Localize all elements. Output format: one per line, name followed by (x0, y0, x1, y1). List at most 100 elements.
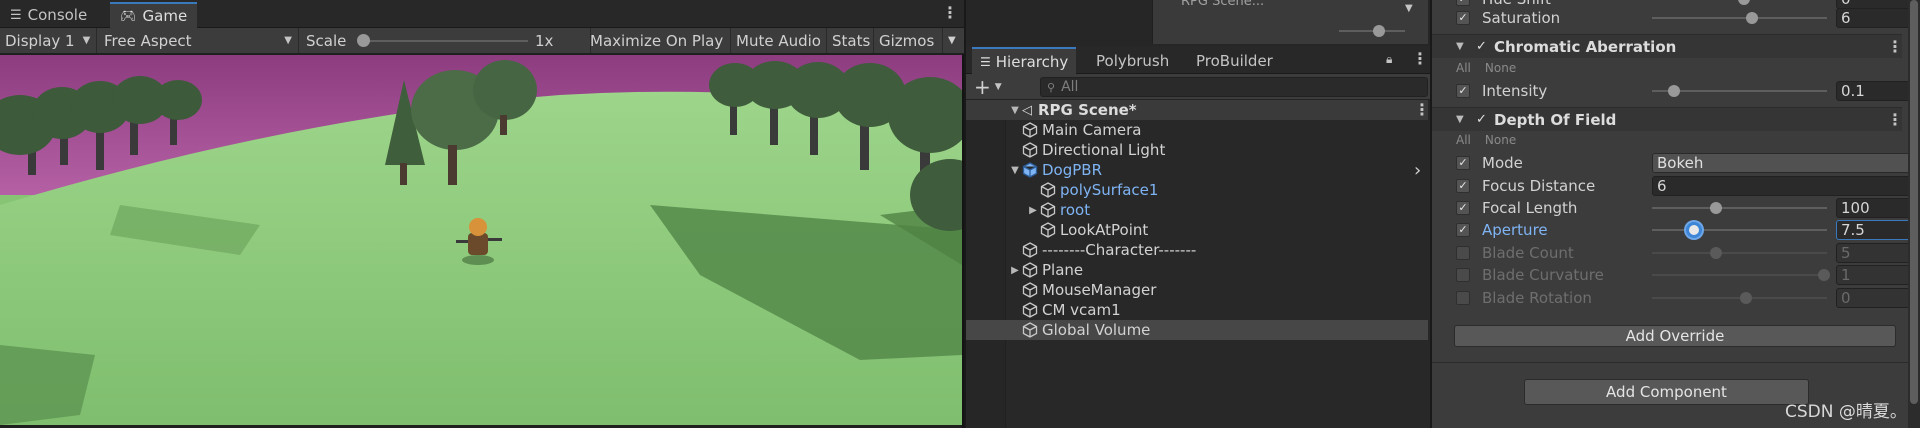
gizmos-dropdown[interactable]: ▼ (943, 28, 962, 53)
intensity-override-checkbox[interactable]: ✓ (1456, 84, 1470, 98)
depth-of-field-header[interactable]: ▼ ✓ Depth Of Field ⋮ (1432, 107, 1903, 131)
display-dropdown[interactable]: Display 1 ▼ (0, 28, 97, 53)
hierarchy-search-input[interactable]: ⚲ All (1040, 77, 1428, 97)
zoom-slider-handle[interactable] (1373, 25, 1385, 37)
focus-distance-override-checkbox[interactable]: ✓ (1456, 179, 1470, 193)
inspector-scrollbar-thumb[interactable] (1910, 0, 1918, 404)
chevron-down-icon: ▼ (284, 35, 292, 46)
expand-arrow-icon[interactable]: ▼ (1008, 165, 1022, 176)
hierarchy-item[interactable]: MouseManager (966, 280, 1428, 300)
dof-menu-icon[interactable]: ⋮ (1887, 112, 1903, 128)
hierarchy-item[interactable]: CM vcam1 (966, 300, 1428, 320)
scale-label: Scale (306, 31, 347, 50)
chromatic-aberration-enabled-toggle[interactable]: ✓ (1476, 39, 1487, 54)
hierarchy-tree: ▼ ◁ RPG Scene* ⋮ Main Camera Directional … (966, 100, 1430, 428)
create-button[interactable]: + ▼ (974, 75, 1002, 99)
tab-hierarchy[interactable]: ☰ Hierarchy (972, 47, 1077, 74)
focus-distance-field[interactable]: 6 (1652, 176, 1920, 196)
chevron-right-icon[interactable]: › (1414, 160, 1421, 181)
chromatic-all-link[interactable]: All (1456, 61, 1471, 75)
intensity-slider-track[interactable] (1652, 85, 1827, 97)
gameobject-cube-icon (1022, 282, 1038, 298)
aperture-row: ✓ Aperture 7.5 (1432, 219, 1920, 241)
hierarchy-item[interactable]: ▶ Plane (966, 260, 1428, 280)
hierarchy-item[interactable]: polySurface1 (966, 180, 1428, 200)
chromatic-none-link[interactable]: None (1485, 61, 1516, 75)
gizmos-toggle[interactable]: Gizmos (874, 28, 943, 53)
chromatic-aberration-header[interactable]: ▼ ✓ Chromatic Aberration ⋮ (1432, 34, 1903, 58)
hierarchy-item[interactable]: Directional Light (966, 140, 1428, 160)
game-viewport[interactable] (0, 55, 962, 425)
expand-arrow-icon[interactable]: ▶ (1026, 205, 1040, 216)
tab-hierarchy-label: Hierarchy (995, 52, 1069, 71)
blade-count-override-checkbox[interactable]: ✓ (1456, 246, 1470, 260)
scale-slider-track[interactable] (362, 40, 528, 42)
maximize-on-play-toggle[interactable]: Maximize On Play (585, 28, 731, 53)
chromatic-menu-icon[interactable]: ⋮ (1887, 39, 1903, 55)
hierarchy-item[interactable]: Global Volume (966, 320, 1428, 340)
fold-arrow-icon[interactable]: ▼ (1456, 114, 1464, 125)
blade-rotation-slider-handle[interactable] (1740, 292, 1752, 304)
tab-game[interactable]: 🎮︎ Game (110, 2, 198, 28)
mode-dropdown-value: Bokeh (1657, 154, 1704, 172)
mute-audio-toggle[interactable]: Mute Audio (731, 28, 827, 53)
hierarchy-item[interactable]: LookAtPoint (966, 220, 1428, 240)
focal-length-override-checkbox[interactable]: ✓ (1456, 201, 1470, 215)
chevron-down-icon[interactable]: ▼ (1405, 3, 1413, 14)
aperture-slider-handle[interactable] (1686, 222, 1702, 238)
aspect-dropdown-label: Free Aspect (104, 31, 192, 50)
focal-length-slider-track[interactable] (1652, 202, 1827, 214)
mode-dropdown[interactable]: Bokeh ▼ (1652, 153, 1920, 173)
focal-length-label: Focal Length (1482, 199, 1578, 217)
game-tabbar: ☰ Console 🎮︎ Game ⋮ (0, 0, 964, 28)
blade-rotation-slider-track[interactable] (1652, 292, 1827, 304)
zoom-slider-track[interactable] (1339, 30, 1405, 32)
gameobject-cube-icon (1022, 242, 1038, 258)
inspector-scrollbar[interactable] (1908, 0, 1920, 428)
expand-arrow-icon[interactable]: ▶ (1008, 265, 1022, 276)
aperture-slider-track[interactable] (1652, 222, 1827, 238)
blade-count-slider-handle[interactable] (1710, 247, 1722, 259)
tab-console[interactable]: ☰ Console (0, 2, 97, 28)
blade-curvature-slider-handle[interactable] (1818, 269, 1830, 281)
blade-curvature-slider-track[interactable] (1652, 269, 1830, 281)
expand-arrow-icon[interactable]: ▼ (1008, 105, 1022, 116)
hierarchy-item-label: LookAtPoint (1060, 221, 1149, 239)
tab-polybrush[interactable]: Polybrush (1088, 47, 1177, 74)
focal-length-slider-handle[interactable] (1710, 202, 1722, 214)
saturation-slider-track[interactable] (1652, 12, 1827, 24)
saturation-row: ✓ Saturation 6 (1432, 7, 1920, 29)
csdn-watermark: CSDN @晴夏。 (1785, 402, 1907, 422)
hierarchy-item[interactable]: ▼ DogPBR › (966, 160, 1428, 181)
saturation-override-checkbox[interactable]: ✓ (1456, 11, 1470, 25)
hierarchy-item-label: DogPBR (1042, 161, 1103, 179)
hierarchy-item[interactable]: Main Camera (966, 120, 1428, 140)
hierarchy-menu-icon[interactable]: ⋮ (1412, 51, 1428, 67)
tab-probuilder[interactable]: ProBuilder (1188, 47, 1281, 74)
lock-icon[interactable]: 🔒︎ (1386, 52, 1392, 67)
saturation-slider-handle[interactable] (1746, 12, 1758, 24)
hue-shift-slider-handle[interactable] (1738, 0, 1750, 5)
scene-row[interactable]: ▼ ◁ RPG Scene* ⋮ (966, 100, 1430, 120)
hue-shift-override-checkbox[interactable]: ✓ (1456, 0, 1470, 6)
add-override-button[interactable]: Add Override (1454, 325, 1896, 347)
scale-slider-handle[interactable] (357, 34, 370, 47)
mode-override-checkbox[interactable]: ✓ (1456, 156, 1470, 170)
scene-menu-icon[interactable]: ⋮ (1414, 102, 1430, 118)
fold-arrow-icon[interactable]: ▼ (1456, 41, 1464, 52)
blade-curvature-override-checkbox[interactable]: ✓ (1456, 268, 1470, 282)
dof-none-link[interactable]: None (1485, 133, 1516, 147)
blade-count-slider-track[interactable] (1652, 247, 1827, 259)
dof-all-link[interactable]: All (1456, 133, 1471, 147)
add-component-button[interactable]: Add Component (1524, 379, 1809, 405)
hierarchy-item[interactable]: --------Character------- (966, 240, 1428, 260)
stats-toggle[interactable]: Stats (827, 28, 874, 53)
hierarchy-item[interactable]: ▶ root (966, 200, 1428, 220)
blade-rotation-override-checkbox[interactable]: ✓ (1456, 291, 1470, 305)
aspect-dropdown[interactable]: Free Aspect ▼ (99, 28, 299, 53)
depth-of-field-enabled-toggle[interactable]: ✓ (1476, 112, 1487, 127)
add-override-label: Add Override (1625, 327, 1725, 345)
aperture-override-checkbox[interactable]: ✓ (1456, 223, 1470, 237)
game-panel-menu-icon[interactable]: ⋮ (942, 5, 958, 21)
intensity-slider-handle[interactable] (1668, 85, 1680, 97)
